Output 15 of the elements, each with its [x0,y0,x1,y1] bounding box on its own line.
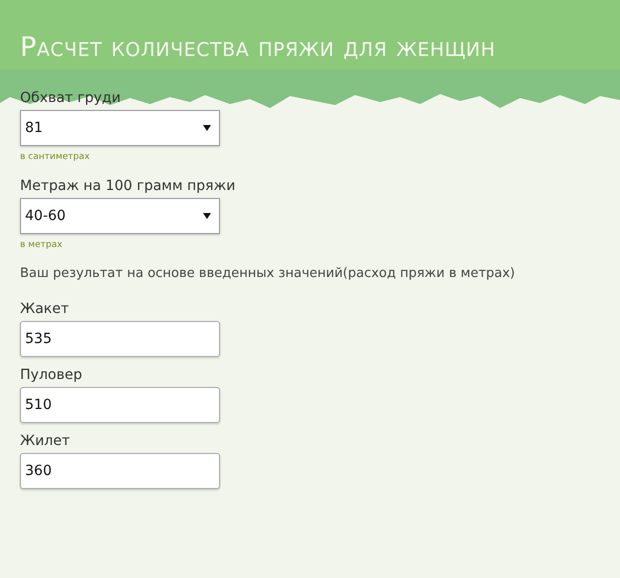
field-label: Жакет [20,301,70,317]
field-label: Пуловер [20,367,84,383]
result-description: Ваш результат на основе введенных значений(расход пряжи в метрах) [20,266,516,281]
select-field[interactable]: 81 [20,110,220,146]
field-label: Метраж на 100 грамм пряжи [20,178,236,194]
caret-icon [203,213,211,219]
result-field[interactable]: 535 [20,321,220,357]
result-field[interactable]: 510 [20,387,220,423]
caret-icon [203,125,211,131]
result-field[interactable]: 360 [20,453,220,489]
select-field[interactable]: 40-60 [20,198,220,234]
page-title: Расчет количества пряжи для женщин [20,31,496,65]
field-label: Жилет [20,433,71,449]
field-hint: в сантиметрах [20,152,91,162]
field-hint: в метрах [20,240,64,250]
